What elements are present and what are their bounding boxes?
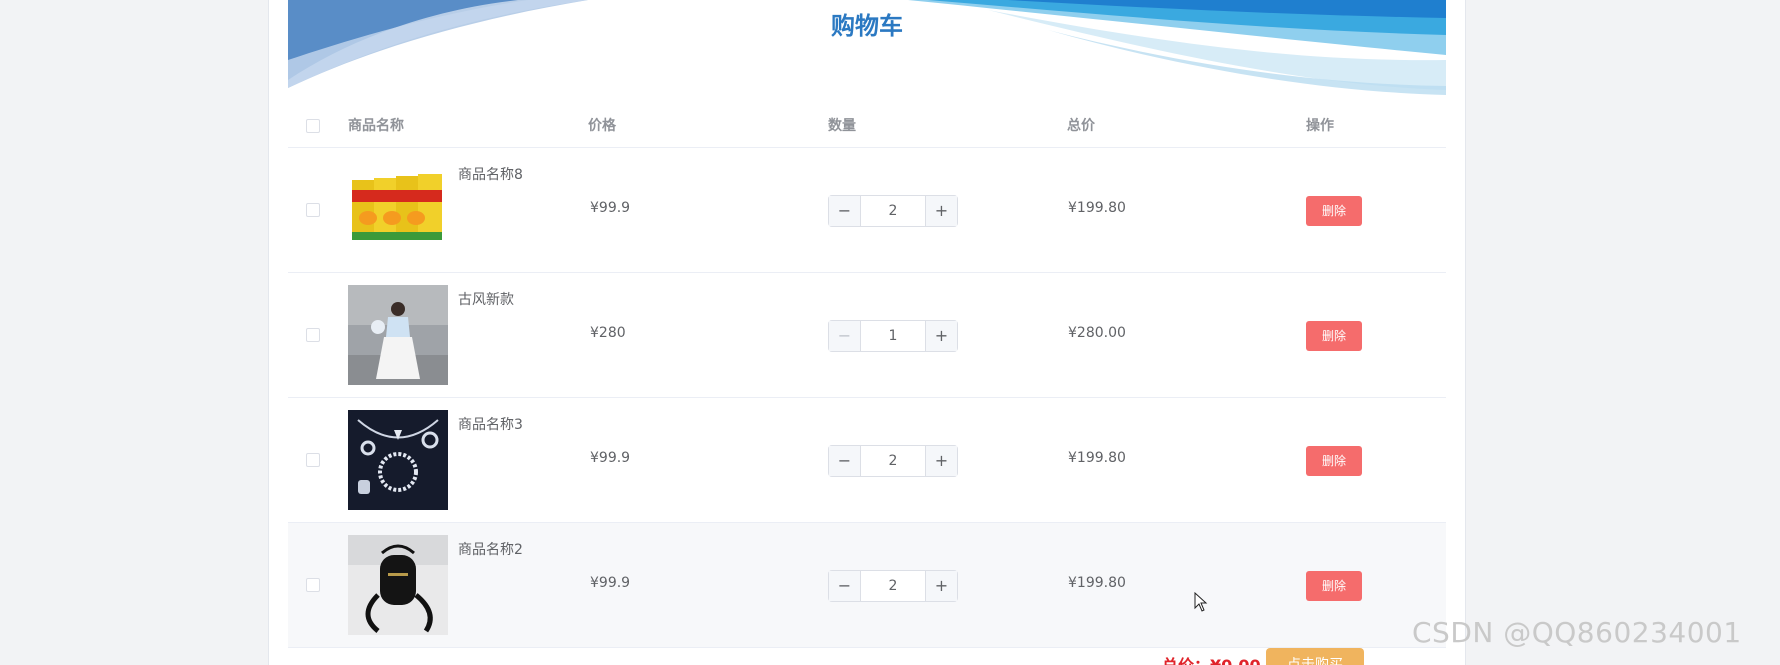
cart-table: 商品名称 价格 数量 总价 操作 商品名称8 ¥99.9 − 2 + ¥199.… [288,104,1446,648]
product-name[interactable]: 商品名称2 [458,539,523,559]
delete-button[interactable]: 删除 [1306,321,1362,351]
quantity-input[interactable]: 1 [861,321,925,351]
quantity-input[interactable]: 2 [861,196,925,226]
row-total: ¥280.00 [1068,325,1126,341]
decrease-button[interactable]: − [829,321,861,351]
quantity-input[interactable]: 2 [861,446,925,476]
table-row: 商品名称8 ¥99.9 − 2 + ¥199.80 删除 [288,148,1446,273]
increase-button[interactable]: + [925,196,957,226]
product-price: ¥99.9 [590,200,631,216]
product-name[interactable]: 商品名称3 [458,414,523,434]
product-price: ¥280 [590,325,626,341]
page-title: 购物车 [831,12,903,40]
delete-button[interactable]: 删除 [1306,446,1362,476]
product-image[interactable] [348,160,448,260]
product-image[interactable] [348,285,448,385]
decrease-button[interactable]: − [829,571,861,601]
buy-button[interactable]: 点击购买 [1266,648,1364,665]
decrease-button[interactable]: − [829,446,861,476]
quantity-stepper: − 2 + [828,445,958,477]
product-image[interactable] [348,535,448,635]
product-name[interactable]: 古风新款 [458,289,514,309]
quantity-input[interactable]: 2 [861,571,925,601]
row-total: ¥199.80 [1068,450,1126,466]
row-checkbox[interactable] [306,578,320,592]
select-all-checkbox[interactable] [306,119,320,133]
increase-button[interactable]: + [925,446,957,476]
decrease-button[interactable]: − [829,196,861,226]
row-checkbox[interactable] [306,328,320,342]
quantity-stepper: − 1 + [828,320,958,352]
row-checkbox[interactable] [306,453,320,467]
header-quantity: 数量 [828,118,856,134]
table-header: 商品名称 价格 数量 总价 操作 [288,104,1446,148]
row-total: ¥199.80 [1068,200,1126,216]
product-name[interactable]: 商品名称8 [458,164,523,184]
quantity-stepper: − 2 + [828,195,958,227]
row-total: ¥199.80 [1068,575,1126,591]
table-row: 商品名称3 ¥99.9 − 2 + ¥199.80 删除 [288,398,1446,523]
quantity-stepper: − 2 + [828,570,958,602]
delete-button[interactable]: 删除 [1306,196,1362,226]
table-row: 商品名称2 ¥99.9 − 2 + ¥199.80 删除 [288,523,1446,648]
product-image[interactable] [348,410,448,510]
delete-button[interactable]: 删除 [1306,571,1362,601]
product-price: ¥99.9 [590,450,631,466]
increase-button[interactable]: + [925,321,957,351]
row-checkbox[interactable] [306,203,320,217]
table-row: 古风新款 ¥280 − 1 + ¥280.00 删除 [288,273,1446,398]
header-name: 商品名称 [348,118,404,134]
cart-total: 总价：¥0.00 [1162,652,1261,665]
header-action: 操作 [1306,118,1334,134]
mouse-cursor-icon [1194,591,1208,616]
product-price: ¥99.9 [590,575,631,591]
watermark-text: CSDN @QQ860234001 [1412,616,1742,649]
header-total: 总价 [1067,118,1095,134]
header-price: 价格 [588,118,616,134]
increase-button[interactable]: + [925,571,957,601]
